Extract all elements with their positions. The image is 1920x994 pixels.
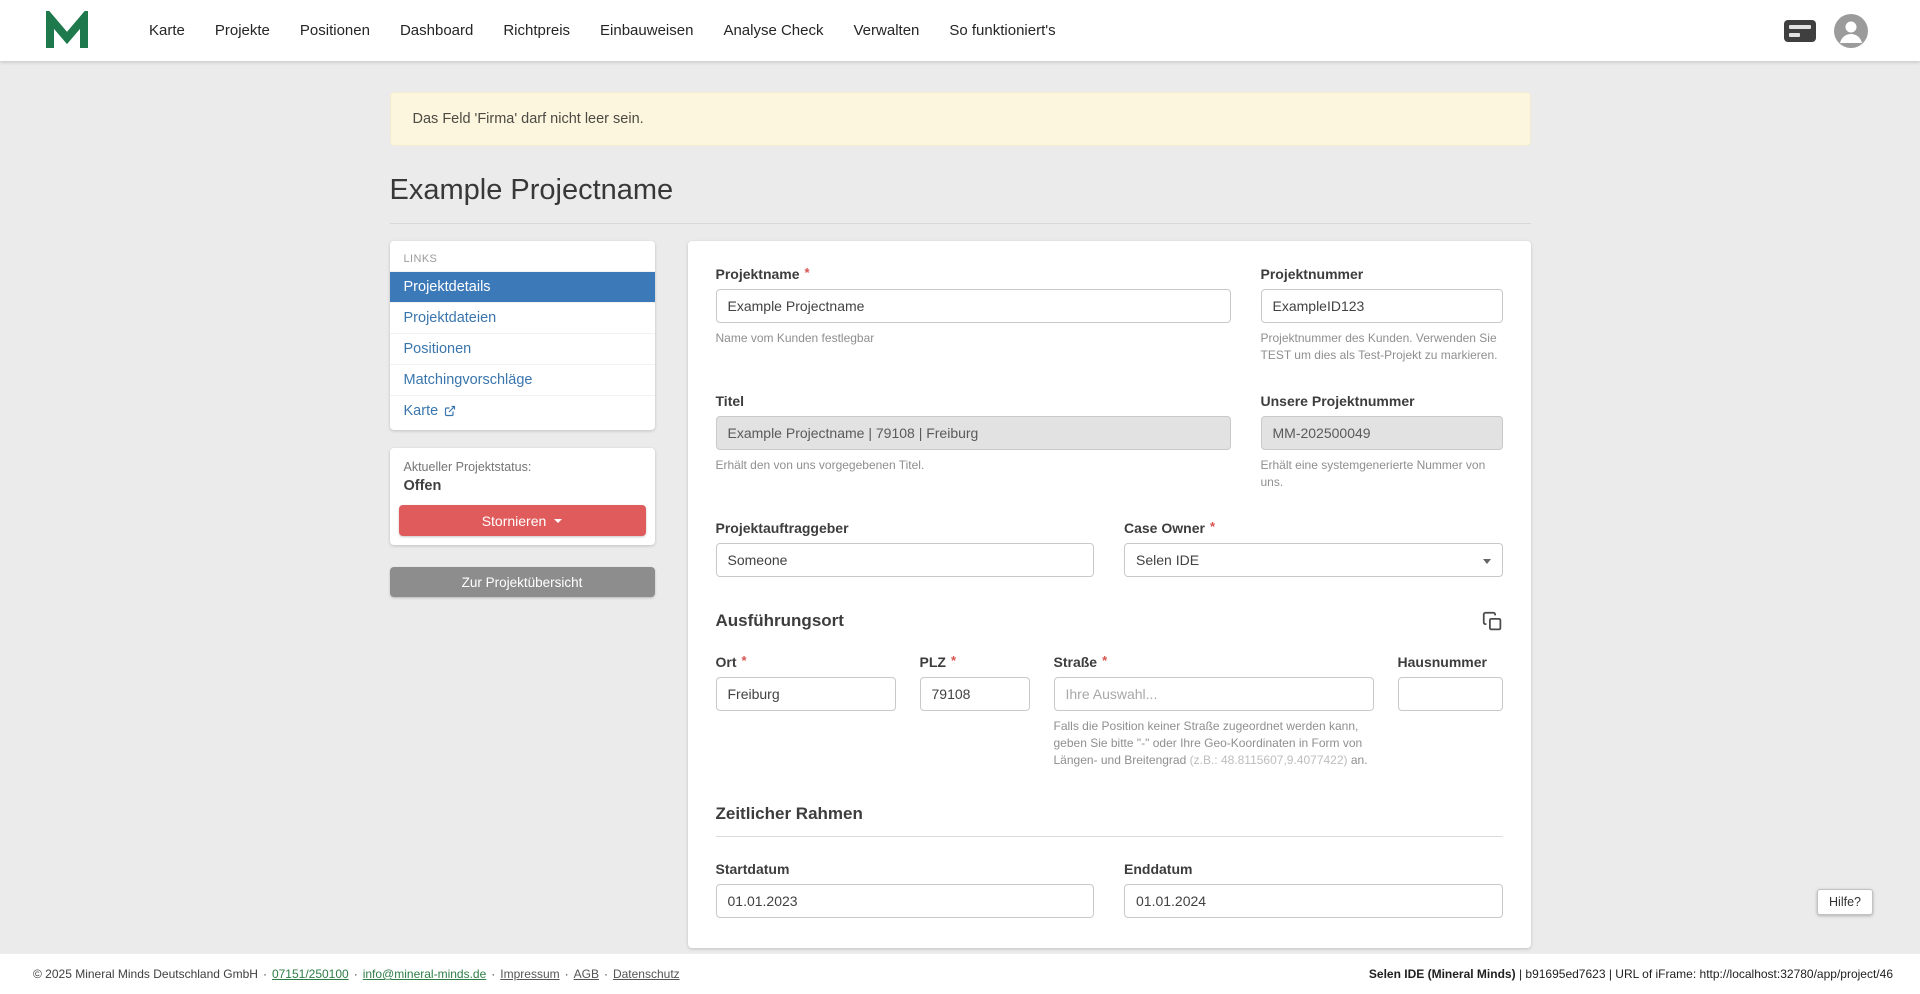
projektauftraggeber-input[interactable] (716, 543, 1095, 577)
section-divider (716, 836, 1503, 837)
footer-separator: · (604, 967, 608, 981)
help-button[interactable]: Hilfe? (1817, 889, 1873, 915)
nav-item-projekte[interactable]: Projekte (200, 13, 285, 48)
projektnummer-helper: Projektnummer des Kunden. Verwenden Sie … (1261, 330, 1503, 365)
nav-links: Karte Projekte Positionen Dashboard Rich… (134, 13, 1784, 48)
required-marker: * (805, 265, 810, 281)
strasse-label: Straße* (1054, 654, 1374, 670)
hausnummer-input[interactable] (1398, 677, 1503, 711)
project-overview-button[interactable]: Zur Projektübersicht (390, 567, 655, 597)
external-link-icon (444, 405, 456, 417)
required-marker: * (951, 653, 956, 669)
nav-item-karte[interactable]: Karte (134, 13, 200, 48)
links-card: LINKS Projektdetails Projektdateien Posi… (390, 241, 655, 430)
footer-separator: · (565, 967, 569, 981)
sidebar-item-karte[interactable]: Karte (390, 395, 655, 426)
nav-item-verwalten[interactable]: Verwalten (839, 13, 935, 48)
cancel-button-label: Stornieren (482, 513, 547, 529)
cancel-project-button[interactable]: Stornieren (399, 505, 646, 536)
sidebar-item-label: Positionen (404, 341, 472, 357)
projektname-helper: Name vom Kunden festlegbar (716, 330, 1231, 347)
sidebar-item-label: Matchingvorschläge (404, 372, 533, 388)
strasse-input[interactable] (1054, 677, 1374, 711)
nav-item-positionen[interactable]: Positionen (285, 13, 385, 48)
nav-item-einbauweisen[interactable]: Einbauweisen (585, 13, 708, 48)
footer-email-link[interactable]: info@mineral-minds.de (363, 967, 487, 981)
status-card: Aktueller Projektstatus: Offen Storniere… (390, 448, 655, 545)
required-marker: * (742, 653, 747, 669)
links-header: LINKS (390, 241, 655, 271)
strasse-helper: Falls die Position keiner Straße zugeord… (1054, 718, 1374, 770)
sidebar-item-label: Karte (404, 403, 439, 419)
plz-label: PLZ* (920, 654, 1030, 670)
sidebar-item-projektdetails[interactable]: Projektdetails (390, 271, 655, 302)
unsere-projektnummer-input (1261, 416, 1503, 450)
footer-phone-link[interactable]: 07151/250100 (272, 967, 349, 981)
footer-separator: · (263, 967, 267, 981)
nav-item-so-funktionierts[interactable]: So funktioniert's (934, 13, 1070, 48)
sidebar-item-positionen[interactable]: Positionen (390, 333, 655, 364)
enddatum-label: Enddatum (1124, 861, 1503, 877)
alert-text: Das Feld 'Firma' darf nicht leer sein. (413, 111, 644, 127)
case-owner-select[interactable]: Selen IDE (1124, 543, 1503, 577)
user-avatar-icon[interactable] (1834, 14, 1868, 48)
projektnummer-input[interactable] (1261, 289, 1503, 323)
case-owner-value: Selen IDE (1136, 552, 1199, 568)
left-sidebar: LINKS Projektdetails Projektdateien Posi… (390, 241, 655, 597)
ort-input[interactable] (716, 677, 896, 711)
hausnummer-label: Hausnummer (1398, 654, 1503, 670)
projektname-input[interactable] (716, 289, 1231, 323)
status-value: Offen (399, 478, 646, 494)
projektnummer-label: Projektnummer (1261, 266, 1503, 282)
unsere-projektnummer-helper: Erhält eine systemgenerierte Nummer von … (1261, 457, 1503, 492)
case-owner-label: Case Owner* (1124, 520, 1503, 536)
footer-copyright: © 2025 Mineral Minds Deutschland GmbH (33, 967, 258, 981)
zeitlicher-rahmen-heading: Zeitlicher Rahmen (716, 804, 863, 824)
footer-separator: · (491, 967, 495, 981)
unsere-projektnummer-label: Unsere Projektnummer (1261, 393, 1503, 409)
footer-left: © 2025 Mineral Minds Deutschland GmbH · … (33, 967, 680, 981)
projektauftraggeber-label: Projektauftraggeber (716, 520, 1095, 536)
projektname-label: Projektname* (716, 266, 1231, 282)
mineral-minds-logo-icon[interactable] (44, 11, 90, 51)
ort-label: Ort* (716, 654, 896, 670)
nav-item-dashboard[interactable]: Dashboard (385, 13, 488, 48)
sidebar-item-label: Projektdateien (404, 310, 497, 326)
titel-label: Titel (716, 393, 1231, 409)
card-reader-icon[interactable] (1784, 20, 1816, 42)
footer-meta: | b91695ed7623 | URL of iFrame: http://l… (1519, 967, 1893, 981)
ausfuehrungsort-heading: Ausführungsort (716, 611, 844, 631)
validation-alert: Das Feld 'Firma' darf nicht leer sein. (390, 92, 1531, 146)
enddatum-input[interactable] (1124, 884, 1503, 918)
footer-impressum-link[interactable]: Impressum (500, 967, 559, 981)
project-details-form: Projektname* Name vom Kunden festlegbar … (688, 241, 1531, 948)
page-title: Example Projectname (390, 174, 1531, 207)
copy-icon[interactable] (1482, 611, 1503, 632)
caret-down-icon (554, 519, 562, 523)
footer-user: Selen IDE (Mineral Minds) (1369, 967, 1516, 981)
top-navbar: Karte Projekte Positionen Dashboard Rich… (0, 0, 1920, 61)
sidebar-item-projektdateien[interactable]: Projektdateien (390, 302, 655, 333)
footer: © 2025 Mineral Minds Deutschland GmbH · … (0, 954, 1920, 994)
nav-item-analyse-check[interactable]: Analyse Check (708, 13, 838, 48)
sidebar-item-matchingvorschlaege[interactable]: Matchingvorschläge (390, 364, 655, 395)
sidebar-item-label: Projektdetails (404, 279, 491, 295)
required-marker: * (1210, 519, 1215, 535)
required-marker: * (1102, 653, 1107, 669)
footer-separator: · (354, 967, 358, 981)
main-container: Das Feld 'Firma' darf nicht leer sein. E… (390, 92, 1531, 948)
footer-agb-link[interactable]: AGB (574, 967, 599, 981)
navbar-right (1784, 14, 1868, 48)
nav-item-richtpreis[interactable]: Richtpreis (488, 13, 585, 48)
startdatum-label: Startdatum (716, 861, 1095, 877)
titel-helper: Erhält den von uns vorgegebenen Titel. (716, 457, 1231, 474)
plz-input[interactable] (920, 677, 1030, 711)
startdatum-input[interactable] (716, 884, 1095, 918)
footer-datenschutz-link[interactable]: Datenschutz (613, 967, 680, 981)
title-divider (390, 223, 1531, 224)
status-label: Aktueller Projektstatus: (399, 460, 646, 474)
footer-session-info: Selen IDE (Mineral Minds) | b91695ed7623… (1369, 967, 1893, 981)
caret-down-icon (1483, 559, 1491, 564)
titel-input (716, 416, 1231, 450)
